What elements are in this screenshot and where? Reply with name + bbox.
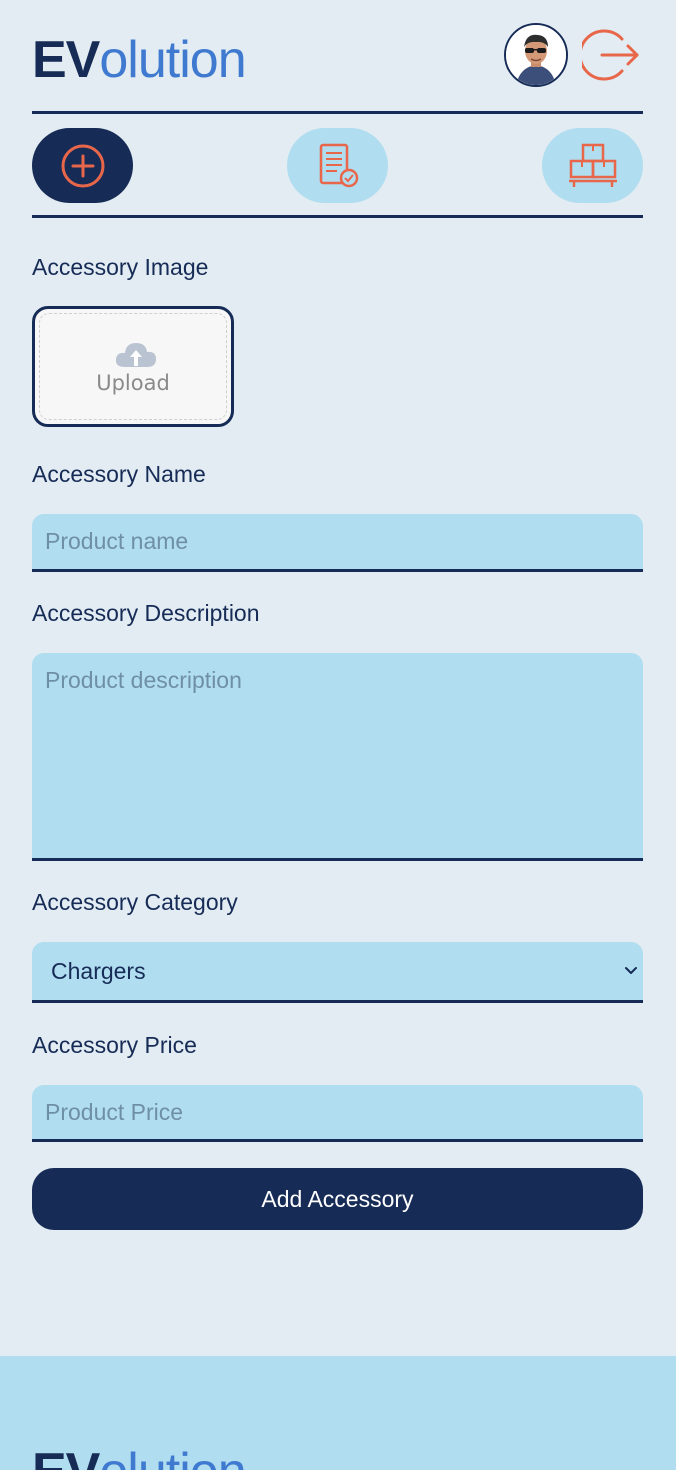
header: EVolution <box>32 22 643 112</box>
inventory-boxes-icon <box>568 143 617 187</box>
cloud-upload-icon <box>115 343 156 367</box>
footer-logo-prefix: EV <box>32 1443 100 1470</box>
footer-logo[interactable]: EVolution <box>32 1443 247 1470</box>
add-circle-icon <box>61 144 104 187</box>
logout-button[interactable] <box>578 25 642 85</box>
price-label: Accessory Price <box>32 1032 197 1058</box>
avatar-image <box>506 25 566 85</box>
category-selected-value: Chargers <box>51 958 146 984</box>
logout-icon <box>578 29 639 81</box>
category-select[interactable]: Chargers <box>32 942 643 1003</box>
nav-add-accessory[interactable] <box>32 128 133 203</box>
nav-divider <box>32 215 643 218</box>
logo-suffix: olution <box>99 31 246 89</box>
nav-orders[interactable] <box>287 128 388 203</box>
chevron-down-icon <box>625 967 637 974</box>
footer-logo-suffix: olution <box>99 1443 246 1470</box>
product-price-input[interactable] <box>32 1085 643 1142</box>
nav-inventory[interactable] <box>542 128 643 203</box>
user-avatar[interactable] <box>504 23 568 87</box>
image-upload-button[interactable]: Upload <box>32 306 234 427</box>
product-name-input[interactable] <box>32 514 643 572</box>
category-label: Accessory Category <box>32 889 238 915</box>
description-label: Accessory Description <box>32 600 260 626</box>
upload-text: Upload <box>96 371 170 395</box>
name-label: Accessory Name <box>32 461 206 487</box>
product-description-textarea[interactable] <box>32 653 643 861</box>
logo-prefix: EV <box>32 31 100 89</box>
header-divider <box>32 111 643 114</box>
image-label: Accessory Image <box>32 254 209 280</box>
footer: EVolution <box>0 1356 676 1470</box>
orders-checklist-icon <box>319 143 358 187</box>
app-logo[interactable]: EVolution <box>32 31 247 89</box>
add-accessory-button[interactable]: Add Accessory <box>32 1168 643 1230</box>
